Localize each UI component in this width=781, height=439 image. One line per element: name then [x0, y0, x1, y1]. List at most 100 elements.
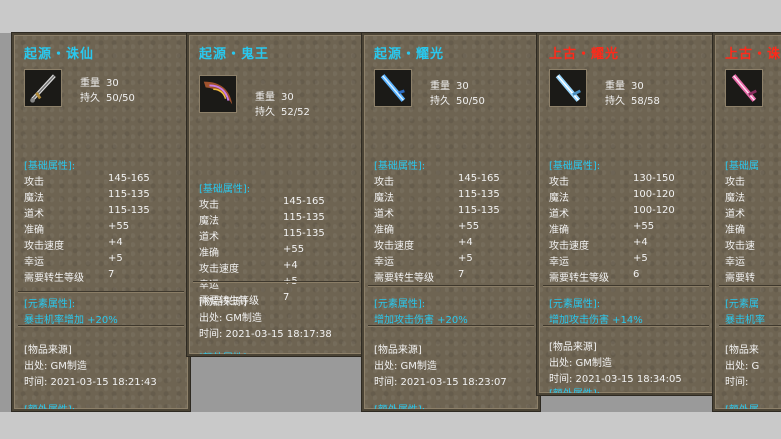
- stat-name: 准确: [725, 225, 745, 236]
- extra-attributes-title: [额外属性]:: [199, 349, 250, 354]
- stat-value: +4: [633, 237, 648, 248]
- stat-name: 攻击速度: [549, 241, 589, 252]
- stat-name: 攻击: [199, 200, 219, 211]
- element-attribute-value: 增加攻击伤害 +20%: [374, 315, 468, 326]
- item-tooltip-panel: 上古・耀光重量 30 持久 58/58 [基础属性]: 攻击 130-150 魔法 100-12…: [537, 33, 715, 395]
- weight-value: 30: [456, 81, 469, 92]
- section-divider: [18, 291, 184, 293]
- stat-name: 魔法: [199, 216, 219, 227]
- stat-name: 准确: [24, 225, 44, 236]
- stat-name: 道术: [24, 209, 44, 220]
- source-origin: 出处: GM制造: [24, 361, 87, 372]
- stat-name: 道术: [549, 209, 569, 220]
- stat-value: 7: [108, 269, 115, 280]
- stat-value: +55: [108, 221, 130, 232]
- scythe-icon-graphic: [203, 81, 233, 105]
- item-title: 起源・鬼王: [199, 47, 270, 62]
- source-time: 时间: 2021-03-15 18:17:38: [199, 329, 332, 340]
- section-divider: [719, 325, 781, 327]
- stat-value: 115-135: [283, 212, 325, 223]
- weight-value: 30: [631, 81, 644, 92]
- section-divider: [543, 285, 709, 287]
- source-time: 时间: 2021-03-15 18:21:43: [24, 377, 157, 388]
- source-title: [物品来源]: [374, 345, 422, 356]
- stat-value: 130-150: [633, 173, 675, 184]
- stat-value: +4: [458, 237, 473, 248]
- item-title: 上古・耀光: [549, 47, 620, 62]
- section-divider: [193, 281, 359, 283]
- item-tooltip-panel: 起源・鬼王 重量 30 持久 52/52 [基础属性]: 攻击 145-165 魔法 115-13…: [187, 33, 365, 356]
- stat-name: 攻击速度: [24, 241, 64, 252]
- stat-value: +5: [283, 276, 298, 292]
- section-divider: [18, 325, 184, 327]
- stat-value: 6: [633, 269, 640, 280]
- ice-sword-icon: [549, 69, 587, 107]
- weight-label: 重量: [605, 81, 625, 92]
- stat-name: 攻击速: [725, 241, 755, 252]
- source-time: 时间:: [725, 377, 749, 388]
- source-time: 时间: 2021-03-15 18:23:07: [374, 377, 507, 388]
- item-tooltip-panel: 上古・诛 [基础属 攻击 魔法 道术 准确 攻击速 幸运 需要转 [元素属 暴击机率 [物品来 出处: …: [713, 33, 781, 411]
- stat-value: 145-165: [283, 196, 325, 207]
- source-time: 时间: 2021-03-15 18:34:05: [549, 374, 682, 385]
- stat-name: 魔法: [374, 193, 394, 204]
- stat-value: +55: [283, 244, 305, 255]
- source-origin: 出处: GM制造: [374, 361, 437, 372]
- stat-name: 魔法: [725, 193, 745, 204]
- item-title: 起源・诛仙: [24, 47, 95, 62]
- weight-label: 重量: [430, 81, 450, 92]
- durability-label: 持久: [430, 96, 450, 107]
- stat-name: 魔法: [24, 193, 44, 204]
- weight-value: 30: [106, 78, 119, 89]
- source-origin: 出处: G: [725, 361, 760, 372]
- stat-name: 幸运: [549, 257, 569, 268]
- stat-value: 145-165: [108, 173, 150, 184]
- base-attributes-title: [基础属性]:: [549, 161, 601, 172]
- durability-value: 50/50: [456, 96, 485, 107]
- source-title: [物品来: [725, 345, 759, 356]
- base-attributes-title: [基础属: [725, 161, 759, 172]
- extra-attributes-title: [额外属性]:: [549, 389, 601, 395]
- element-attribute-value: 暴击机率: [725, 315, 765, 326]
- weight-label: 重量: [80, 78, 100, 89]
- background-band-bottom: [0, 412, 781, 439]
- item-tooltip-panel: 起源・诛仙 重量 30 持久 50/50 [基础属性]: 攻击 145-165 魔法 115-13…: [12, 33, 190, 411]
- weight-label: 重量: [255, 92, 275, 103]
- source-origin: 出处: GM制造: [549, 358, 612, 369]
- stat-value: 115-135: [108, 205, 150, 216]
- element-attributes-title: [元素属: [725, 299, 759, 310]
- durability-label: 持久: [255, 107, 275, 118]
- stat-value: 100-120: [633, 189, 675, 200]
- durability-value: 58/58: [631, 96, 660, 107]
- source-origin: 出处: GM制造: [199, 313, 262, 324]
- durability-value: 52/52: [281, 107, 310, 118]
- stat-name: 攻击: [549, 177, 569, 188]
- blue-sword-icon-graphic: [380, 74, 406, 102]
- stat-name: 道术: [725, 209, 745, 220]
- stat-name: 攻击速度: [374, 241, 414, 252]
- durability-label: 持久: [605, 96, 625, 107]
- stat-name: 道术: [199, 232, 219, 243]
- pink-sword-icon: [725, 69, 763, 107]
- section-divider: [543, 325, 709, 327]
- stat-value: +5: [633, 253, 648, 264]
- base-attributes-title: [基础属性]:: [24, 161, 76, 172]
- stat-name: 幸运: [374, 257, 394, 268]
- stat-name: 魔法: [549, 193, 569, 204]
- stat-name: 准确: [374, 225, 394, 236]
- stat-name: 幸运: [199, 280, 219, 291]
- item-title: 上古・诛: [725, 47, 781, 62]
- stat-name: 幸运: [725, 257, 745, 268]
- element-attribute-value: 暴击机率增加 +20%: [24, 315, 118, 326]
- source-title: [物品来源]: [24, 345, 72, 356]
- extra-attributes-title: [额外属性]:: [374, 405, 426, 411]
- stat-name: 需要转生等级: [374, 273, 434, 284]
- stat-name: 攻击速度: [199, 264, 239, 275]
- section-divider: [368, 285, 534, 287]
- blue-sword-icon: [374, 69, 412, 107]
- item-title: 起源・耀光: [374, 47, 445, 62]
- stat-name: 道术: [374, 209, 394, 220]
- durability-label: 持久: [80, 93, 100, 104]
- stat-value: +4: [283, 260, 298, 271]
- element-attributes-title: [元素属性]:: [374, 299, 426, 310]
